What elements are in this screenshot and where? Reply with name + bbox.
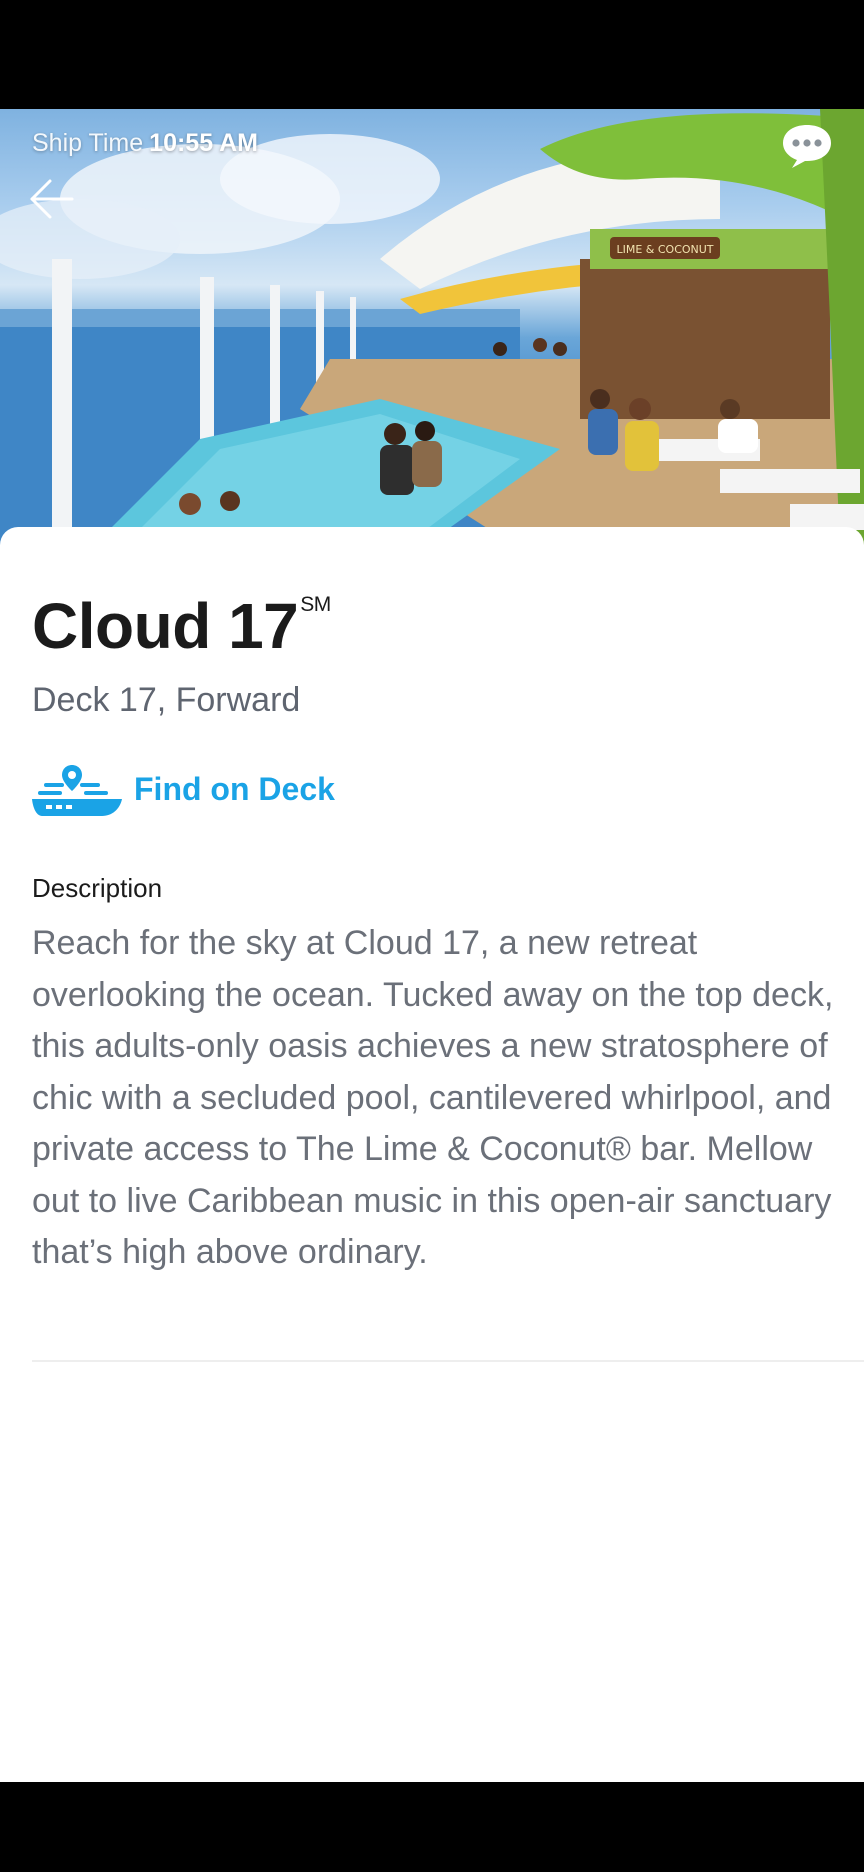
divider xyxy=(32,1360,864,1362)
hero-illustration: LIME & COCONUT xyxy=(0,109,864,549)
app-screen: LIME & COCONUT Ship Time 10:55 AM Cloud … xyxy=(0,0,864,1872)
venue-title: Cloud 17SM xyxy=(32,589,331,663)
back-button[interactable] xyxy=(26,173,78,225)
bar-sign: LIME & COCONUT xyxy=(616,243,713,256)
venue-location: Deck 17, Forward xyxy=(32,681,301,719)
find-on-deck-button[interactable]: Find on Deck xyxy=(32,761,335,817)
service-mark: SM xyxy=(300,593,331,616)
venue-details: Cloud 17SM Deck 17, Forward Find on Deck… xyxy=(0,527,864,1782)
status-bar xyxy=(0,0,864,109)
ship-time: Ship Time 10:55 AM xyxy=(32,129,258,158)
hero-image: LIME & COCONUT Ship Time 10:55 AM xyxy=(0,109,864,549)
find-on-deck-label: Find on Deck xyxy=(134,770,335,807)
description-heading: Description xyxy=(32,873,163,903)
chat-button[interactable] xyxy=(780,121,834,171)
system-navigation-bar xyxy=(0,1782,864,1872)
ship-time-label: Ship Time xyxy=(32,129,144,157)
chat-bubble-icon xyxy=(783,125,831,168)
ship-location-icon xyxy=(32,765,122,816)
arrow-left-icon xyxy=(30,179,74,219)
description-text: Reach for the sky at Cloud 17, a new ret… xyxy=(32,924,834,1271)
ship-time-value: 10:55 AM xyxy=(149,129,259,157)
venue-name: Cloud 17 xyxy=(32,590,299,662)
